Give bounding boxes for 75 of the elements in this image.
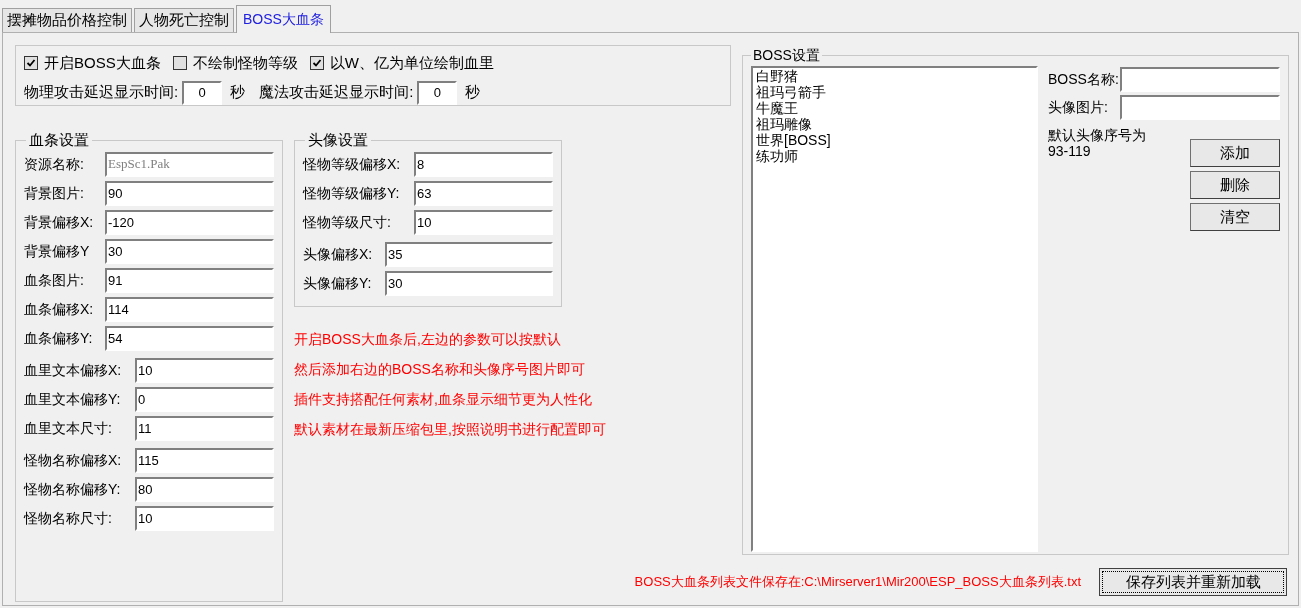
list-item[interactable]: 世界[BOSS] [756,132,1033,148]
action-button[interactable]: 清空 [1190,203,1280,231]
field-label: 背景偏移X: [24,212,95,232]
text-field[interactable]: 54 [105,325,274,351]
field-label: 头像偏移X: [303,244,374,264]
field-label: 怪物名称偏移Y: [24,479,122,499]
number-field[interactable]: 0 [182,80,223,105]
text-field[interactable]: 11 [135,415,274,441]
field-label: BOSS名称: [1048,70,1120,89]
text-field[interactable]: -120 [105,209,274,235]
text-field[interactable]: 90 [105,180,274,206]
field-label: 怪物等级尺寸: [303,212,392,232]
field-label: 血里文本偏移Y: [24,389,122,409]
text-field[interactable]: 63 [414,180,553,206]
field-label: 怪物等级偏移X: [303,154,402,174]
field-label: 怪物名称偏移X: [24,450,123,470]
list-item[interactable]: 祖玛雕像 [756,116,1033,132]
unit-label: 秒 [230,82,246,103]
text-field[interactable]: 8 [414,151,553,177]
field-label: 怪物等级偏移Y: [303,183,401,203]
text-field[interactable] [1120,67,1280,92]
field-label: 资源名称: [24,154,85,174]
field-label: 血条偏移X: [24,299,95,319]
group-title: 血条设置 [28,130,90,150]
field-label: 血里文本尺寸: [24,418,113,438]
hint-text: 默认头像序号为 [1048,127,1146,143]
checkbox[interactable] [309,56,324,71]
file-path-note: BOSS大血条列表文件保存在:C:\Mirserver1\Mir200\ESP_BOSS大血条列表.txt [634,573,1081,592]
note-text: 插件支持搭配任何素材,血条显示细节更为人性化 [294,389,592,409]
note-text: 然后添加右边的BOSS名称和头像序号图片即可 [294,359,585,379]
field-label: 血条偏移Y: [24,328,94,348]
tab[interactable]: 人物死亡控制 [134,8,234,32]
text-field[interactable]: 30 [385,270,553,296]
field-label: 头像偏移Y: [303,273,373,293]
checkbox-label: 以W、亿为单位绘制血里 [329,53,494,73]
text-field[interactable]: 30 [105,238,274,264]
text-field[interactable]: 80 [135,476,274,502]
list-item[interactable]: 练功师 [756,148,1033,164]
boss-list[interactable]: 白野猪 祖玛弓箭手 牛魔王 祖玛雕像 世界[BOSS] 练功师 [751,66,1038,552]
text-field[interactable]: 10 [135,505,274,531]
note-text: 默认素材在最新压缩包里,按照说明书进行配置即可 [294,419,606,439]
action-button[interactable]: 添加 [1190,139,1280,167]
text-field[interactable]: 91 [105,267,274,293]
tab[interactable]: 摆摊物品价格控制 [2,8,132,32]
text-field[interactable]: 115 [135,447,274,473]
hint-text: 93-119 [1048,143,1092,159]
note-text: 开启BOSS大血条后,左边的参数可以按默认 [294,329,561,349]
checkbox[interactable] [24,56,38,71]
group-title: BOSS设置 [752,46,821,65]
checkbox[interactable] [172,56,187,71]
text-field[interactable]: 10 [414,209,553,235]
tab[interactable]: BOSS大血条 [236,5,331,33]
action-button[interactable]: 删除 [1190,171,1280,199]
field-label: 头像图片: [1048,98,1109,117]
text-field[interactable]: 10 [135,357,274,383]
list-item[interactable]: 白野猪 [756,68,1033,84]
unit-label: 秒 [465,82,481,103]
field-label: 背景图片: [24,183,85,203]
field-label: 背景偏移Y [24,241,91,261]
field-label: 物理攻击延迟显示时间: [24,82,179,103]
text-field[interactable]: 0 [135,386,274,412]
text-field[interactable]: 114 [105,296,274,322]
checkbox-label: 开启BOSS大血条 [44,53,161,73]
number-field[interactable]: 0 [417,80,458,105]
save-reload-button[interactable]: 保存列表并重新加载 [1099,568,1287,596]
field-label: 血条图片: [24,270,85,290]
text-field[interactable] [1120,95,1280,120]
field-label: 魔法攻击延迟显示时间: [259,82,414,103]
field-label: 血里文本偏移X: [24,360,123,380]
checkbox-label: 不绘制怪物等级 [192,53,298,73]
group-title: 头像设置 [307,130,369,150]
text-field[interactable]: 35 [385,241,553,267]
list-item[interactable]: 祖玛弓箭手 [756,84,1033,100]
field-label: 怪物名称尺寸: [24,508,113,528]
list-item[interactable]: 牛魔王 [756,100,1033,116]
